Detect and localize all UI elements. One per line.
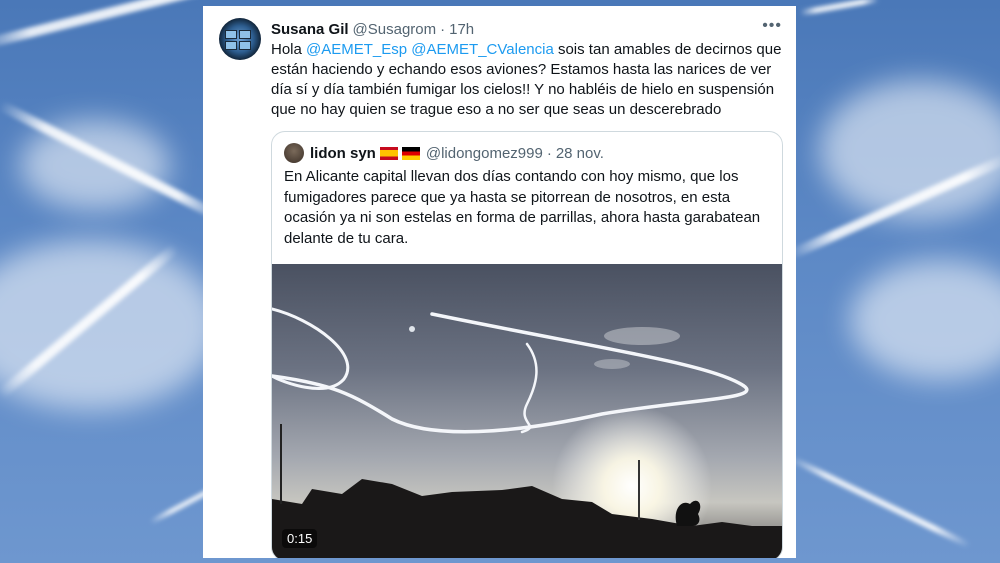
quoted-author-avatar[interactable] [284, 143, 304, 163]
tweet-text: Hola @AEMET_Esp @AEMET_CValencia sois ta… [271, 41, 782, 118]
quoted-tweet[interactable]: lidon syn @lidongomez999 · 28 nov. En Al… [271, 131, 783, 558]
tweet-timestamp[interactable]: 17h [449, 21, 474, 38]
germany-flag-icon [401, 146, 420, 160]
quoted-tweet-date[interactable]: 28 nov. [556, 145, 604, 162]
author-avatar[interactable] [219, 18, 261, 60]
quoted-tweet-header: lidon syn @lidongomez999 · 28 nov. [284, 143, 604, 163]
mention-aemet-cvalencia[interactable]: @AEMET_CValencia [411, 41, 554, 58]
more-options-icon[interactable]: ••• [762, 17, 782, 35]
video-frame-contrails [272, 307, 782, 558]
spain-flag-icon [379, 146, 398, 160]
tweet-header: Susana Gil @Susagrom · 17h ••• [271, 17, 782, 39]
separator-dot: · [546, 144, 552, 162]
video-player[interactable]: 0:15 [272, 264, 782, 558]
video-duration: 0:15 [282, 529, 318, 548]
quoted-tweet-text: En Alicante capital llevan dos días cont… [284, 168, 761, 247]
author-name[interactable]: Susana Gil [271, 21, 349, 38]
separator-dot: · [440, 20, 446, 38]
mention-aemet-esp[interactable]: @AEMET_Esp [306, 41, 407, 58]
quoted-author-name[interactable]: lidon syn [310, 145, 376, 162]
tweet-card[interactable]: Susana Gil @Susagrom · 17h ••• Hola @AEM… [203, 6, 796, 558]
author-handle[interactable]: @Susagrom [353, 21, 437, 38]
quoted-author-handle[interactable]: @lidongomez999 [426, 145, 543, 162]
